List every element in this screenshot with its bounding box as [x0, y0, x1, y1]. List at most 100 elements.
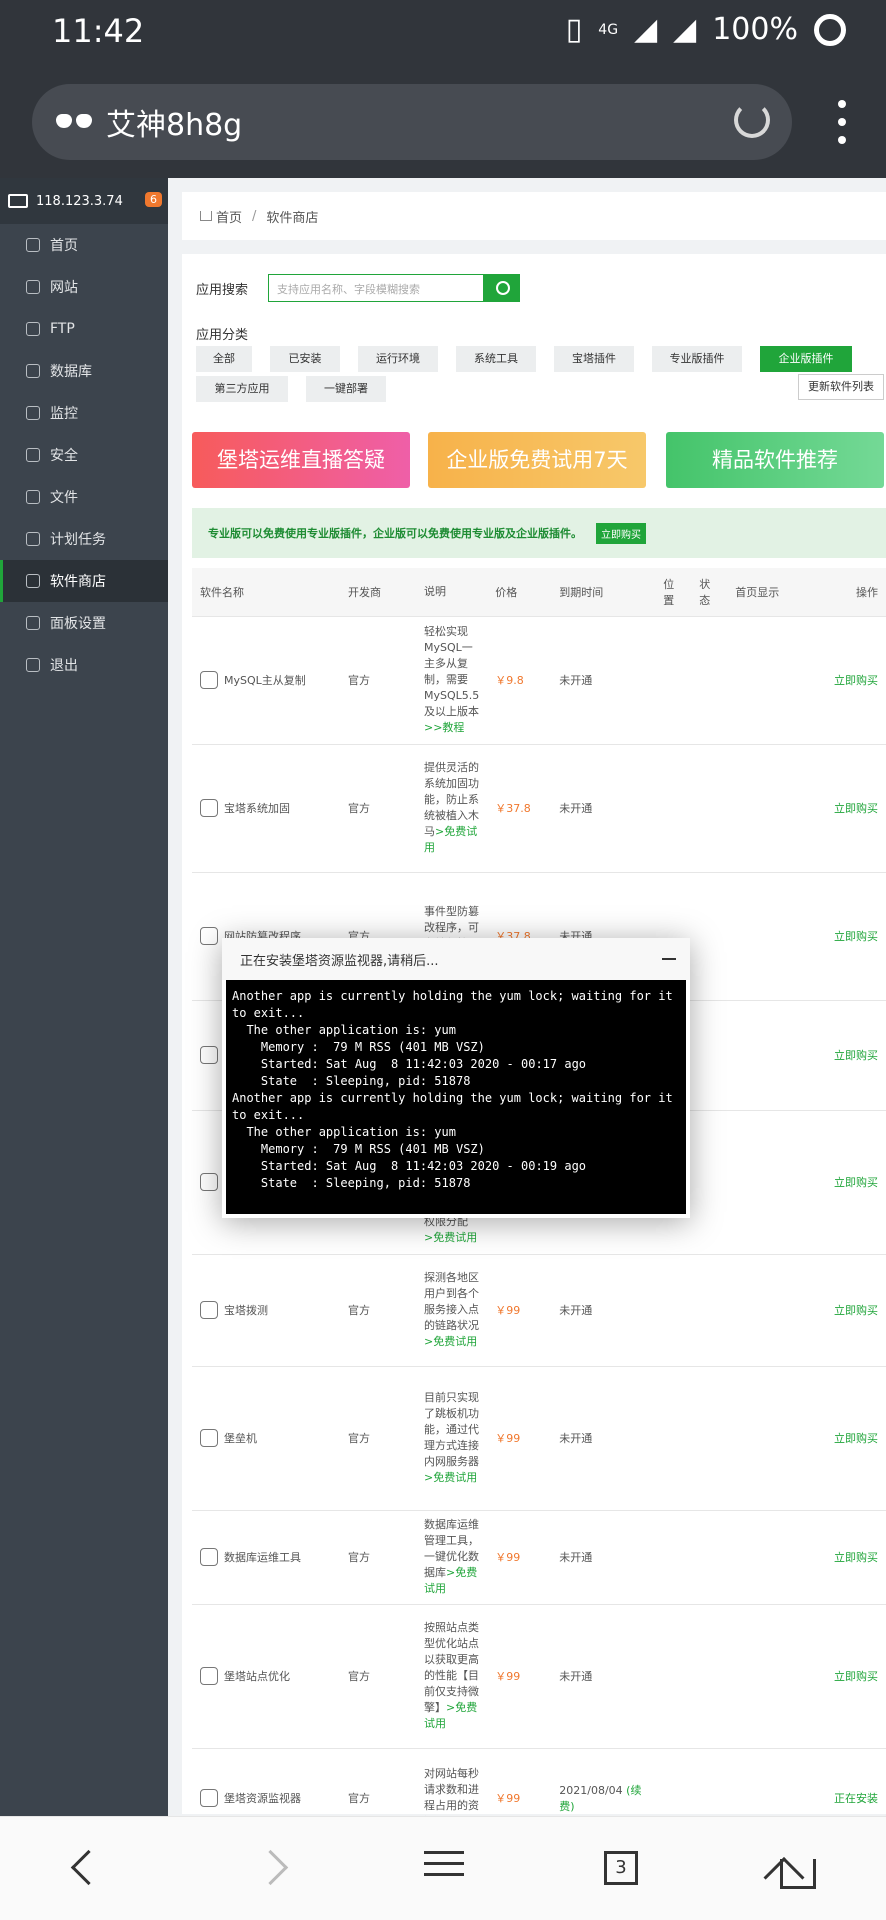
- network-label: 4G: [598, 21, 619, 38]
- promo-banners: 堡塔运维直播答疑 企业版免费试用7天 精品软件推荐: [192, 432, 886, 490]
- software-name: 宝塔系统加固: [224, 802, 290, 815]
- col-home-display: 首页显示: [727, 568, 788, 617]
- reload-icon[interactable]: [734, 102, 770, 138]
- software-desc: 对网站每秒请求数和进程占用的资源: [424, 1767, 479, 1816]
- table-row: 堡垒机 官方 目前只实现了跳板机功能，通过代理方式连接内网服务器 >免费试用 ￥9…: [192, 1366, 886, 1511]
- clock: 11:42: [52, 12, 145, 50]
- gauge-icon: [200, 1789, 218, 1807]
- sidebar-item-label: 软件商店: [50, 574, 106, 590]
- category-pro-plugins[interactable]: 专业版插件: [652, 346, 742, 372]
- free-trial-link[interactable]: >免费试用: [424, 1335, 477, 1348]
- minimize-icon[interactable]: [662, 958, 676, 960]
- category-runtime[interactable]: 运行环境: [358, 346, 438, 372]
- buy-now-link[interactable]: 立即购买: [787, 616, 886, 745]
- notice-buy-button[interactable]: 立即购买: [596, 522, 646, 544]
- forward-icon[interactable]: [250, 1845, 298, 1893]
- home-icon[interactable]: [774, 1845, 822, 1893]
- banner-enterprise-trial[interactable]: 企业版免费试用7天: [428, 432, 646, 488]
- tutorial-link[interactable]: >>教程: [424, 721, 464, 734]
- tabs-button[interactable]: 3: [598, 1845, 646, 1893]
- col-price: 价格: [487, 568, 552, 617]
- category-all[interactable]: 全部: [196, 346, 252, 372]
- software-expire: 未开通: [551, 1366, 656, 1511]
- sidebar-item-cron[interactable]: 计划任务: [0, 518, 168, 560]
- buy-now-link[interactable]: 立即购买: [787, 1254, 886, 1367]
- menu-icon[interactable]: [420, 1845, 468, 1893]
- sidebar-item-label: 面板设置: [50, 616, 106, 632]
- sidebar-item-website[interactable]: 网站: [0, 266, 168, 308]
- database-icon: [200, 671, 218, 689]
- category-third-party[interactable]: 第三方应用: [196, 376, 288, 402]
- update-software-list-button[interactable]: 更新软件列表: [798, 374, 884, 400]
- back-icon[interactable]: [62, 1845, 110, 1893]
- software-dev: 官方: [340, 1510, 416, 1605]
- buy-now-link[interactable]: 立即购买: [787, 744, 886, 873]
- sidebar-item-database[interactable]: 数据库: [0, 350, 168, 392]
- install-dialog: 正在安装堡塔资源监视器,请稍后... Another app is curren…: [222, 938, 690, 1218]
- buy-now-link[interactable]: 立即购买: [787, 1510, 886, 1605]
- buy-now-link[interactable]: 立即购买: [787, 1604, 886, 1749]
- lock-shield-icon: [200, 799, 218, 817]
- category-label: 应用分类: [196, 328, 249, 343]
- software-desc: 轻松实现MySQL一主多从复制，需要MySQL5.5及以上版本: [424, 625, 480, 718]
- sidebar-item-monitor[interactable]: 监控: [0, 392, 168, 434]
- category-system-tools[interactable]: 系统工具: [456, 346, 536, 372]
- phone-status-bar: 11:42 ▯ 4G ◢ ◢ 100%: [0, 0, 886, 66]
- search-input[interactable]: 支持应用名称、字段模糊搜索: [268, 274, 485, 302]
- software-name: 堡垒机: [224, 1432, 257, 1445]
- sidebar-item-logout[interactable]: 退出: [0, 644, 168, 686]
- category-enterprise-plugins[interactable]: 企业版插件: [760, 346, 852, 372]
- sidebar-item-files[interactable]: 文件: [0, 476, 168, 518]
- sidebar-item-home[interactable]: 首页: [0, 224, 168, 266]
- breadcrumb-separator: /: [252, 208, 257, 224]
- pulse-icon: [200, 1301, 218, 1319]
- table-row: MySQL主从复制 官方 轻松实现MySQL一主多从复制，需要MySQL5.5及…: [192, 616, 886, 745]
- monitor-icon: [8, 194, 28, 208]
- notification-badge[interactable]: 6: [145, 192, 162, 207]
- sidebar: 118.123.3.74 6 首页 网站 FTP 数据库 监控 安全 文件 计划…: [0, 178, 168, 1816]
- category-installed[interactable]: 已安装: [270, 346, 340, 372]
- banner-live-qa[interactable]: 堡塔运维直播答疑: [192, 432, 410, 488]
- signal-icon-2: ◢: [673, 12, 697, 47]
- buy-now-link[interactable]: 立即购买: [787, 1366, 886, 1511]
- software-price: ￥9.8: [487, 616, 552, 745]
- breadcrumb-home[interactable]: 首页: [216, 207, 242, 226]
- grid-icon: [26, 574, 40, 588]
- database-tool-icon: [200, 1548, 218, 1566]
- table-row: 宝塔拨测 官方 探测各地区用户到各个服务接入点的链路状况 >免费试用 ￥99 未开…: [192, 1254, 886, 1367]
- buy-now-link[interactable]: 立即购买: [787, 872, 886, 1001]
- sidebar-item-label: 计划任务: [50, 532, 106, 548]
- search-button[interactable]: [484, 274, 521, 302]
- dialog-header: 正在安装堡塔资源监视器,请稍后...: [222, 938, 690, 980]
- sidebar-item-label: 安全: [50, 448, 78, 464]
- buy-now-link[interactable]: 立即购买: [787, 1110, 886, 1255]
- address-bar[interactable]: 艾神8h8g: [32, 84, 792, 160]
- sidebar-item-label: 文件: [50, 490, 78, 506]
- software-dev: 官方: [340, 1254, 416, 1367]
- category-one-click-deploy[interactable]: 一键部署: [306, 376, 386, 402]
- sidebar-item-ftp[interactable]: FTP: [0, 308, 168, 350]
- banner-recommended[interactable]: 精品软件推荐: [666, 432, 884, 488]
- notice-text: 专业版可以免费使用专业版插件，企业版可以免费使用专业版及企业版插件。: [208, 527, 582, 540]
- sidebar-item-security[interactable]: 安全: [0, 434, 168, 476]
- sidebar-item-settings[interactable]: 面板设置: [0, 602, 168, 644]
- home-icon: [26, 238, 40, 252]
- software-desc: 探测各地区用户到各个服务接入点的链路状况: [424, 1271, 479, 1332]
- buy-now-link[interactable]: 立即购买: [787, 1000, 886, 1111]
- free-trial-link[interactable]: >免费试用: [424, 1471, 477, 1484]
- dialog-title: 正在安装堡塔资源监视器,请稍后...: [240, 953, 439, 969]
- sidebar-item-store[interactable]: 软件商店: [0, 560, 168, 602]
- browser-window-icon: [200, 927, 218, 945]
- server-info: 118.123.3.74 6: [0, 178, 168, 224]
- globe-icon: [26, 280, 40, 294]
- table-row: 数据库运维工具 官方 数据库运维管理工具，一键优化数据库>免费试用 ￥99 未开…: [192, 1510, 886, 1605]
- software-price: ￥99: [487, 1254, 552, 1367]
- folder-icon: [26, 490, 40, 504]
- free-trial-link[interactable]: >免费试用: [424, 1231, 477, 1244]
- software-price: ￥37.8: [487, 744, 552, 873]
- more-menu-icon[interactable]: [838, 100, 846, 144]
- category-bt-plugins[interactable]: 宝塔插件: [554, 346, 634, 372]
- sidebar-item-label: 监控: [50, 406, 78, 422]
- breadcrumb-current: 软件商店: [266, 210, 319, 226]
- installing-status: 正在安装: [787, 1748, 886, 1816]
